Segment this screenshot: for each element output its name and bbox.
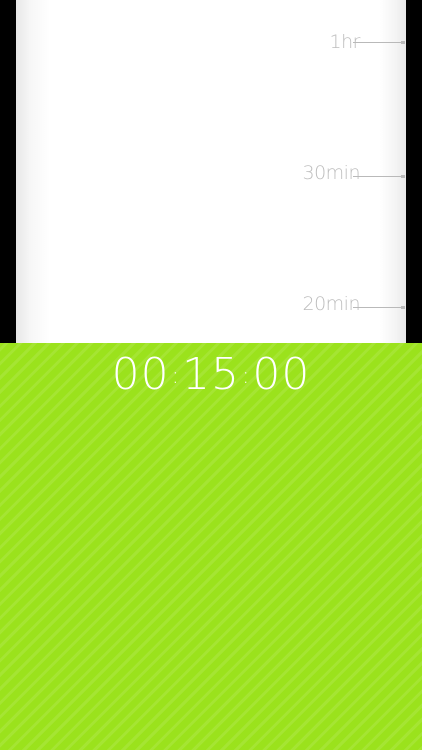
scale-label-30min: 30min [302, 162, 360, 184]
timer-display: 00:15:00 [0, 353, 422, 397]
timer-minutes: 15 [182, 349, 240, 400]
time-scale-panel[interactable]: 1hr 30min 20min [16, 0, 406, 360]
timer-seconds: 00 [252, 349, 311, 400]
timer-separator: : [171, 364, 180, 389]
timer-hours: 00 [111, 349, 170, 400]
scale-tick-1hr [353, 41, 405, 44]
timer-screen: 1hr 30min 20min 00:15:00 [0, 0, 422, 750]
scale-tick-20min [353, 306, 405, 309]
timer-separator: : [242, 364, 251, 389]
scale-tick-30min [353, 175, 405, 178]
timer-fill-level[interactable] [0, 343, 422, 750]
scale-label-20min: 20min [302, 293, 360, 315]
